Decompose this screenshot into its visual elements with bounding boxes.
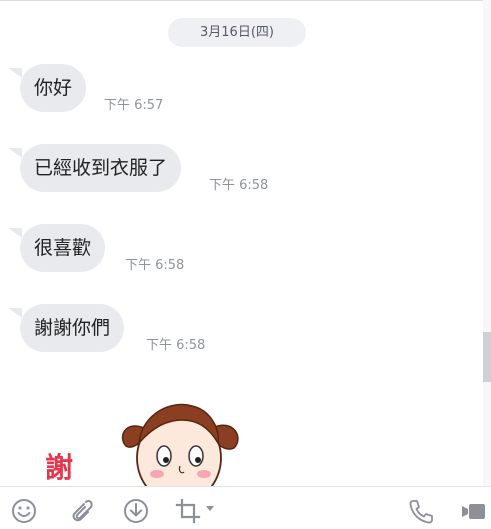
- scrollbar-thumb[interactable]: [483, 332, 491, 382]
- message-time: 下午 6:58: [209, 178, 269, 193]
- message-time: 下午 6:58: [146, 338, 206, 353]
- message-bubble[interactable]: 很喜歡: [20, 224, 106, 272]
- crop-icon[interactable]: [174, 497, 202, 525]
- bubble-tail: [8, 228, 22, 238]
- message-bubble[interactable]: 你好: [20, 64, 87, 112]
- download-icon[interactable]: [122, 497, 150, 525]
- emoji-icon[interactable]: [10, 497, 38, 525]
- message-time: 下午 6:58: [125, 258, 185, 273]
- chevron-down-icon[interactable]: [206, 506, 214, 511]
- attach-icon[interactable]: [66, 497, 94, 525]
- phone-icon[interactable]: [406, 497, 434, 525]
- bubble-tail: [8, 68, 22, 78]
- message-time: 下午 6:57: [104, 98, 164, 113]
- video-call-icon[interactable]: [460, 497, 488, 525]
- input-toolbar: [0, 486, 491, 529]
- sticker-girl-image[interactable]: [112, 398, 262, 486]
- bubble-tail: [8, 148, 22, 158]
- bubble-tail: [8, 308, 22, 318]
- scrollbar-track[interactable]: [483, 0, 491, 486]
- date-separator: 3月16日(四): [168, 18, 306, 47]
- message-area[interactable]: 3月16日(四) 你好 下午 6:57 已經收到衣服了 下午 6:58 很喜歡 …: [0, 0, 483, 486]
- message-bubble[interactable]: 謝謝你們: [20, 304, 125, 352]
- message-bubble[interactable]: 已經收到衣服了: [20, 144, 182, 192]
- sticker-text: 謝: [45, 451, 74, 484]
- chat-window: 3月16日(四) 你好 下午 6:57 已經收到衣服了 下午 6:58 很喜歡 …: [0, 0, 491, 529]
